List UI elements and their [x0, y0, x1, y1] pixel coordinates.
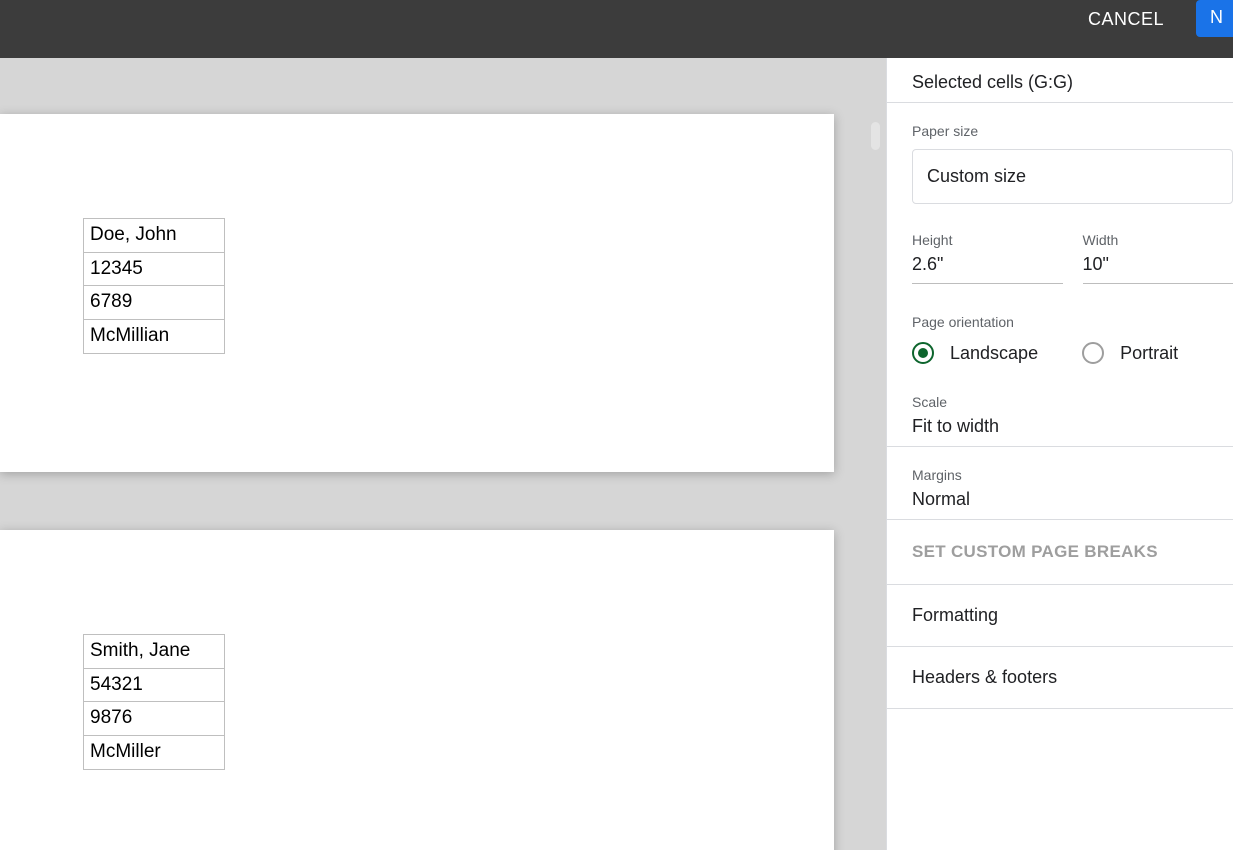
radio-off-icon: [1082, 342, 1104, 364]
print-range-value[interactable]: Selected cells (G:G): [887, 68, 1233, 103]
paper-size-label: Paper size: [887, 123, 1233, 139]
margins-label: Margins: [887, 467, 1233, 485]
orientation-portrait-label: Portrait: [1120, 343, 1178, 364]
cell: McMillian: [84, 320, 224, 353]
scale-label: Scale: [887, 394, 1233, 412]
orientation-landscape-label: Landscape: [950, 343, 1038, 364]
scrollbar-thumb[interactable]: [871, 122, 880, 150]
cell: 9876: [84, 702, 224, 736]
orientation-label: Page orientation: [912, 314, 1233, 330]
cell: McMiller: [84, 736, 224, 769]
width-label: Width: [1083, 232, 1233, 248]
print-range-dropdown[interactable]: Selected cells (G:G): [887, 58, 1233, 103]
orientation-landscape-radio[interactable]: Landscape: [912, 342, 1038, 364]
cell: Smith, Jane: [84, 635, 224, 669]
height-input[interactable]: [912, 248, 1063, 284]
cell: 54321: [84, 669, 224, 703]
headers-footers-expander[interactable]: Headers & footers: [887, 647, 1233, 709]
cancel-button[interactable]: CANCEL: [1088, 0, 1182, 30]
custom-dimensions: Height Width: [887, 204, 1233, 284]
paper-size-select[interactable]: Custom size: [912, 149, 1233, 204]
scale-dropdown[interactable]: Fit to width: [887, 412, 1233, 447]
set-custom-page-breaks-button[interactable]: SET CUSTOM PAGE BREAKS: [887, 520, 1233, 585]
width-input[interactable]: [1083, 248, 1233, 284]
print-preview-area: Doe, John 12345 6789 McMillian Smith, Ja…: [0, 58, 886, 850]
print-settings-sidebar: Selected cells (G:G) Paper size Custom s…: [886, 58, 1233, 850]
cell: 6789: [84, 286, 224, 320]
cell: Doe, John: [84, 219, 224, 253]
preview-cells: Doe, John 12345 6789 McMillian: [83, 218, 225, 354]
orientation-portrait-radio[interactable]: Portrait: [1082, 342, 1178, 364]
next-button[interactable]: N: [1196, 0, 1233, 37]
preview-page: Smith, Jane 54321 9876 McMiller: [0, 530, 834, 850]
top-bar: CANCEL N: [0, 0, 1233, 58]
preview-cells: Smith, Jane 54321 9876 McMiller: [83, 634, 225, 770]
formatting-expander[interactable]: Formatting: [887, 585, 1233, 647]
preview-page: Doe, John 12345 6789 McMillian: [0, 114, 834, 472]
height-label: Height: [912, 232, 1063, 248]
cell: 12345: [84, 253, 224, 287]
margins-dropdown[interactable]: Normal: [887, 485, 1233, 520]
radio-on-icon: [912, 342, 934, 364]
